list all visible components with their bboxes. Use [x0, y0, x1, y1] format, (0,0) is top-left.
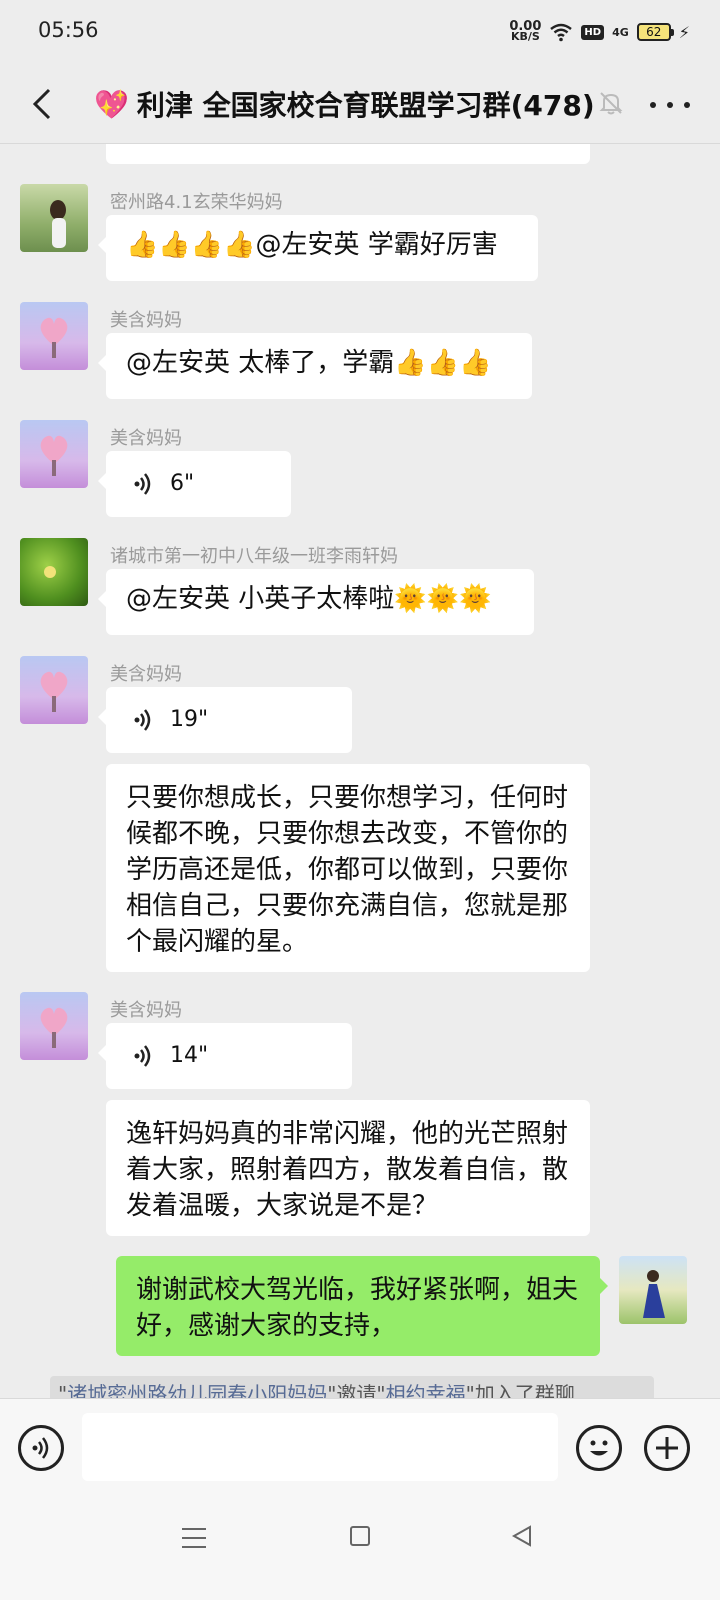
- message-bubble[interactable]: @左安英 小英子太棒啦🌞🌞🌞: [98, 569, 534, 635]
- invitee-link[interactable]: 相约幸福: [386, 1382, 466, 1398]
- mute-icon: [599, 92, 623, 115]
- avatar-image: [643, 1270, 665, 1318]
- menu-icon-line: [182, 1528, 206, 1530]
- system-notice: "诸城密州路幼儿园春小阳妈妈"邀请"相约幸福"加入了群聊: [50, 1376, 654, 1398]
- voice-icon: [134, 473, 151, 495]
- hd-badge: HD: [581, 24, 605, 40]
- voice-icon: [134, 709, 151, 731]
- more-icon-dot: [667, 102, 673, 108]
- sender-name: 诸城市第一初中八年级一班李雨轩妈: [110, 546, 398, 567]
- menu-icon-line: [182, 1537, 206, 1539]
- plus-button[interactable]: [644, 1425, 690, 1471]
- avatar[interactable]: [20, 656, 88, 724]
- message-bubble[interactable]: 只要你想成长，只要你想学习，任何时候都不晚，只要你想去改变，不管你的学历高还是低…: [106, 764, 590, 972]
- avatar[interactable]: [20, 184, 88, 252]
- sender-name: 美含妈妈: [110, 1000, 182, 1021]
- system-text: "邀请": [327, 1382, 386, 1398]
- voice-duration: 14": [170, 1043, 209, 1068]
- status-time: 05:56: [38, 18, 99, 42]
- net-speed: 0.00 KB/S: [509, 20, 541, 43]
- recent-apps-button[interactable]: [182, 1528, 206, 1548]
- self-message-bubble[interactable]: 谢谢武校大驾光临，我好紧张啊，姐夫好，感谢大家的支持，: [116, 1256, 608, 1356]
- cutoff-bubble: [106, 144, 590, 164]
- more-icon-dot: [650, 102, 656, 108]
- avatar[interactable]: [20, 538, 88, 606]
- system-nav-bar: [0, 1498, 720, 1600]
- more-icon-dot: [684, 102, 690, 108]
- avatar[interactable]: [20, 420, 88, 488]
- chat-area[interactable]: 密州路4.1玄荣华妈妈 👍👍👍👍@左安英 学霸好厉害 美含妈妈 @左安英 太棒了…: [0, 144, 720, 1398]
- self-avatar[interactable]: [619, 1256, 687, 1324]
- input-bar: [0, 1398, 720, 1498]
- sender-name: 美含妈妈: [110, 664, 182, 685]
- voice-message[interactable]: 6": [98, 451, 291, 517]
- heart-icon: 💖: [94, 87, 129, 121]
- nav-back-button[interactable]: [510, 1524, 534, 1548]
- back-icon: [32, 88, 51, 120]
- avatar-image: [40, 317, 68, 358]
- more-button[interactable]: [650, 92, 690, 118]
- message-input[interactable]: [82, 1413, 558, 1481]
- net-speed-unit: KB/S: [510, 30, 540, 43]
- emoji-icon: [590, 1440, 608, 1456]
- avatar[interactable]: [20, 992, 88, 1060]
- plus-icon: [656, 1437, 678, 1459]
- voice-icon: [32, 1437, 49, 1459]
- avatar-image: [44, 566, 56, 578]
- back-button[interactable]: [22, 84, 62, 124]
- signal-icon: 4G: [612, 25, 629, 39]
- chat-header: 💖 利津 全国家校合育联盟学习群(478): [0, 62, 720, 144]
- voice-icon: [134, 1045, 151, 1067]
- voice-message[interactable]: 14": [98, 1023, 352, 1089]
- battery-icon: 62: [636, 23, 674, 41]
- status-icons: 0.00 KB/S HD 4G 62 ⚡: [509, 18, 690, 46]
- home-button[interactable]: [350, 1526, 370, 1546]
- emoji-button[interactable]: [576, 1425, 622, 1471]
- voice-duration: 6": [170, 471, 195, 496]
- avatar-image: [40, 671, 68, 712]
- voice-input-button[interactable]: [18, 1425, 64, 1471]
- chat-title: 💖 利津 全国家校合育联盟学习群(478): [94, 84, 595, 124]
- avatar-image: [40, 1007, 68, 1048]
- status-bar: 05:56 0.00 KB/S HD 4G 62 ⚡: [0, 0, 720, 62]
- avatar-image: [50, 200, 66, 248]
- group-name: 利津 全国家校合育联盟学习群(478): [136, 89, 595, 122]
- sender-name: 美含妈妈: [110, 428, 182, 449]
- wifi-icon: [550, 23, 573, 42]
- menu-icon-line: [182, 1546, 206, 1548]
- battery-level: 62: [646, 25, 662, 39]
- message-bubble[interactable]: @左安英 太棒了，学霸👍👍👍: [98, 333, 532, 399]
- charging-icon: ⚡: [678, 22, 690, 42]
- system-text: "加入了群聊: [465, 1382, 575, 1398]
- sender-name: 密州路4.1玄荣华妈妈: [110, 192, 283, 213]
- sender-name: 美含妈妈: [110, 310, 182, 331]
- voice-duration: 19": [170, 707, 209, 732]
- avatar[interactable]: [20, 302, 88, 370]
- inviter-link[interactable]: 诸城密州路幼儿园春小阳妈妈: [67, 1382, 327, 1398]
- avatar-image: [40, 435, 68, 476]
- system-text: ": [58, 1382, 68, 1398]
- message-bubble[interactable]: 逸轩妈妈真的非常闪耀，他的光芒照射着大家，照射着四方，散发着自信，散发着温暖，大…: [106, 1100, 590, 1236]
- voice-message[interactable]: 19": [98, 687, 352, 753]
- message-bubble[interactable]: 👍👍👍👍@左安英 学霸好厉害: [98, 215, 538, 281]
